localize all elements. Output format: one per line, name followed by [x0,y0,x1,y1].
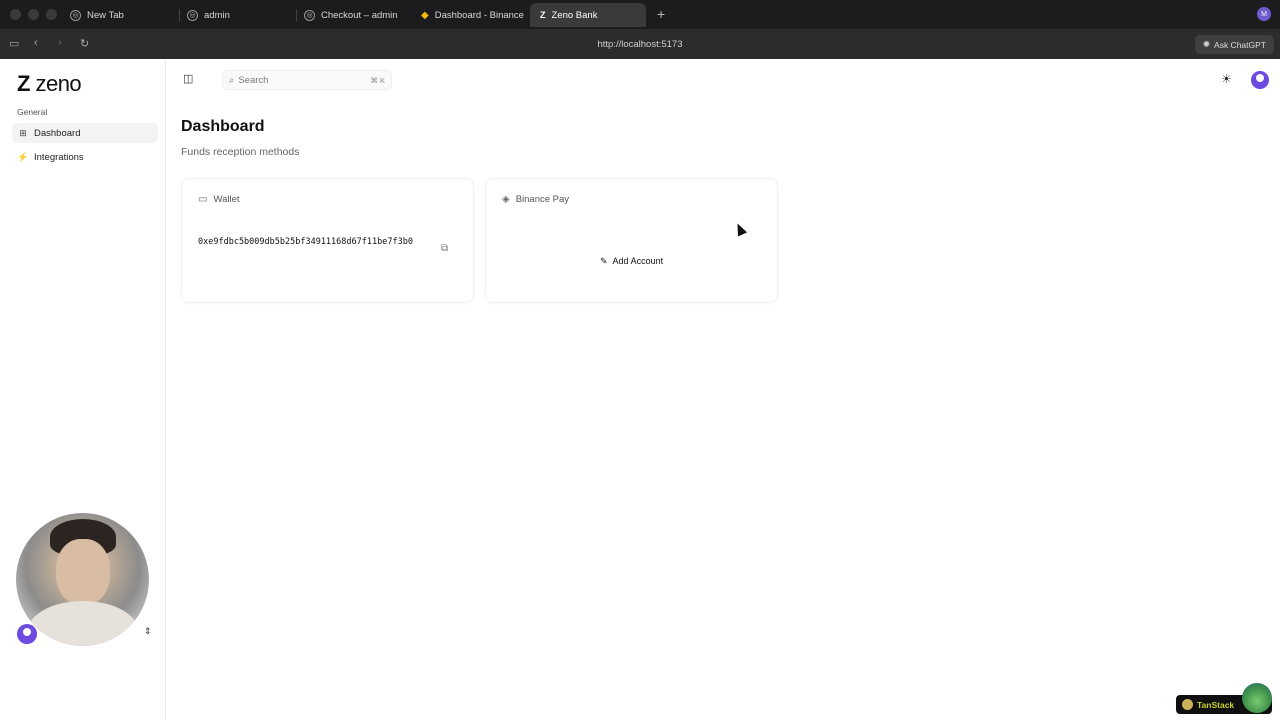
webcam-hoodie [28,601,138,646]
compass-icon: ◎ [70,9,81,21]
tanstack-label: TanStack [1197,699,1235,710]
chevron-updown-icon[interactable]: ⇕ [144,626,152,637]
browser-tab[interactable]: ◎ Checkout – admin [294,3,408,27]
card-header: ▭ Wallet [198,194,240,205]
sidebar-item-label: Dashboard [34,127,81,139]
sidebar-item-dashboard[interactable]: ⊞ Dashboard [12,123,158,143]
zoom-window-button[interactable] [46,9,57,20]
panel-toggle-icon[interactable]: ◫ [183,72,198,87]
webcam-face [56,539,110,605]
search-placeholder: Search [238,74,269,86]
edit-icon: ✎ [600,255,608,266]
add-account-button[interactable]: ✎ Add Account [593,251,671,271]
compass-icon: ◎ [187,9,198,21]
browser-profile-badge[interactable]: M [1257,7,1271,21]
tab-label: Dashboard - Binance [434,9,524,21]
browser-tab-active[interactable]: Z Zeno Bank [530,3,646,27]
add-account-label: Add Account [612,256,664,266]
tab-label: New Tab [87,9,124,21]
minimize-window-button[interactable] [28,9,39,20]
copy-icon[interactable]: ⧉ [441,243,448,254]
binance-pay-card: ◈ Binance Pay ✎ Add Account [485,178,778,303]
header-avatar[interactable] [1251,71,1269,89]
grid-icon: ⊞ [19,127,27,138]
browser-tab[interactable]: ◆ Dashboard - Binance [411,3,534,27]
tab-label: Zeno Bank [551,9,598,21]
sidebar-item-integrations[interactable]: ⚡ Integrations [12,147,158,167]
app-logo[interactable]: Z zeno [17,71,82,97]
compass-icon: ◎ [304,9,315,21]
tanstack-logo-icon [1182,699,1193,710]
card-title: Binance Pay [515,194,570,205]
webcam-overlay [16,513,149,646]
tab-label: Checkout – admin [321,9,398,21]
browser-tab-bar: ◎ New Tab ◎ admin ◎ Checkout – admin ◆ D… [0,0,1280,29]
page-title: Dashboard [181,118,265,135]
binance-icon: ◆ [421,9,429,21]
nav-group-label: General [17,107,48,117]
ask-chatgpt-button[interactable]: ✺ Ask ChatGPT [1194,35,1274,54]
browser-tab[interactable]: ◎ New Tab [60,3,134,27]
card-title: Wallet [213,194,240,205]
browser-tab[interactable]: ◎ admin [177,3,240,27]
sun-icon[interactable]: ☀ [1221,72,1232,86]
new-tab-button[interactable]: + [657,6,665,22]
tab-label: admin [204,9,230,21]
browser-toolbar: ▭ ‹ › ↻ http://localhost:5173 ✺ Ask Chat… [0,29,1280,59]
sidebar-item-label: Integrations [34,151,84,163]
card-icon: ▭ [198,194,208,205]
window-controls [10,9,60,20]
wallet-address: 0xe9fdbc5b009db5b25bf34911168d67f11be7f3… [198,237,413,247]
tanstack-devtools-button[interactable]: TanStack [1176,683,1272,714]
logo-text: zeno [35,71,82,96]
palm-island-icon [1242,683,1272,713]
user-avatar[interactable] [17,624,37,644]
search-shortcut: ⌘ K [370,75,385,85]
search-input[interactable]: ⌕ Search ⌘ K [222,70,392,90]
zeno-icon: Z [540,10,546,20]
search-icon: ⌕ [229,74,235,86]
wallet-card: ▭ Wallet 0xe9fdbc5b009db5b25bf34911168d6… [181,178,474,303]
zeno-logo-icon: Z [17,71,31,96]
card-header: ◈ Binance Pay [502,194,569,205]
address-bar[interactable]: http://localhost:5173 [0,39,1280,50]
close-window-button[interactable] [10,9,21,20]
layers-icon: ◈ [502,194,510,205]
plug-icon: ⚡ [17,151,29,162]
chatgpt-icon: ✺ [1202,39,1211,49]
ask-chatgpt-label: Ask ChatGPT [1214,39,1266,50]
page-subtitle: Funds reception methods [181,146,300,158]
